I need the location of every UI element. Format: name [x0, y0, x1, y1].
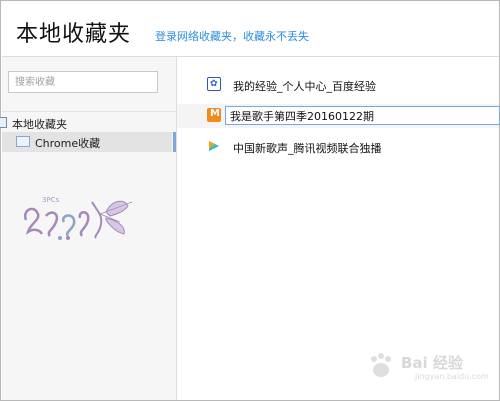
bookmark-item-editing[interactable]: M	[177, 104, 500, 128]
sidebar: 本地收藏夹 Chrome收藏 3PCs	[0, 57, 177, 400]
tree-item-label: 本地收藏夹	[12, 118, 67, 131]
tree-item-chrome-favorites[interactable]: Chrome收藏	[2, 132, 176, 152]
bookmark-item[interactable]: ✿ 我的经验_个人中心_百度经验	[177, 73, 499, 97]
tree-item-label: Chrome收藏	[35, 137, 101, 150]
favorites-window: 本地收藏夹 登录网络收藏夹，收藏永不丢失 本地收藏夹 Chrome收藏 3PCs	[0, 0, 500, 401]
header: 本地收藏夹 登录网络收藏夹，收藏永不丢失	[2, 2, 499, 57]
sidebar-divider	[2, 111, 176, 112]
mango-tv-icon: M	[207, 108, 221, 122]
paw-watermark-icon	[371, 353, 391, 377]
folder-icon	[16, 136, 30, 147]
tree-item-local-favorites[interactable]: 本地收藏夹	[0, 114, 176, 132]
bookmark-title-input[interactable]	[225, 106, 500, 125]
tencent-video-icon	[209, 141, 219, 151]
bookmark-title: 我的经验_个人中心_百度经验	[233, 80, 376, 93]
watermark-url: jingyan.baidu.com	[415, 372, 489, 381]
watermark-text: Bai 经验	[401, 354, 463, 372]
page-title: 本地收藏夹	[16, 22, 132, 47]
login-link[interactable]: 登录网络收藏夹，收藏永不丢失	[155, 28, 309, 44]
baidu-jingyan-watermark: Bai 经验 jingyan.baidu.com	[365, 348, 489, 388]
3pcs-logo: 3PCs	[23, 196, 133, 240]
folder-icon	[0, 117, 7, 128]
bookmark-item[interactable]: 中国新歌声_腾讯视频联合独播	[177, 135, 499, 159]
search-input[interactable]	[8, 71, 158, 93]
baidu-paw-icon: ✿	[207, 77, 221, 91]
selection-indicator	[173, 132, 176, 152]
bookmark-list: ✿ 我的经验_个人中心_百度经验 M 中国新歌声_腾讯视频联合独播 Bai 经验	[177, 57, 500, 400]
bookmark-title: 中国新歌声_腾讯视频联合独播	[233, 142, 382, 155]
logo-text: 3PCs	[42, 196, 60, 204]
